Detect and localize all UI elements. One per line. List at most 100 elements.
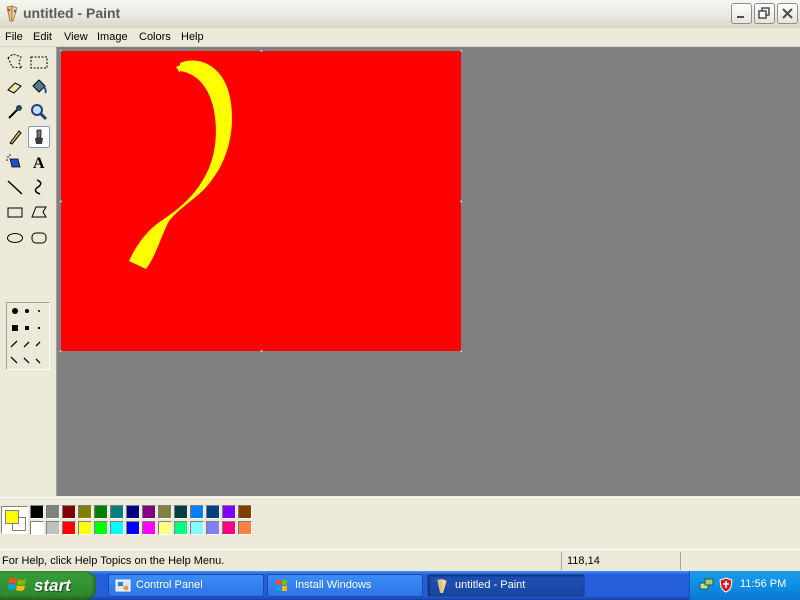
title-bar[interactable]: untitled - Paint [0, 0, 800, 29]
palette-swatch[interactable] [174, 505, 188, 519]
brush-shape-options[interactable] [6, 302, 50, 370]
magnifier-icon [31, 104, 48, 121]
palette-swatch[interactable] [46, 521, 60, 535]
palette-swatch[interactable] [78, 505, 92, 519]
menu-file[interactable]: File [2, 28, 26, 46]
rectangle-select-icon [30, 56, 48, 69]
taskbar-paint[interactable]: untitled - Paint [427, 574, 585, 597]
palette-swatch[interactable] [126, 521, 140, 535]
minimize-button[interactable] [731, 3, 752, 24]
menu-colors[interactable]: Colors [136, 28, 174, 46]
resize-handle-br[interactable] [460, 350, 463, 353]
text-tool[interactable]: A [28, 151, 50, 173]
palette-swatch[interactable] [190, 505, 204, 519]
brush-icon [35, 129, 43, 144]
eyedropper-icon [8, 105, 22, 119]
control-panel-icon [115, 579, 131, 592]
resize-handle-ml[interactable] [59, 200, 62, 203]
palette-swatch[interactable] [158, 521, 172, 535]
resize-handle-bl[interactable] [59, 350, 62, 353]
palette-swatch[interactable] [110, 521, 124, 535]
palette-swatch[interactable] [110, 505, 124, 519]
status-divider [680, 552, 681, 570]
palette-swatch[interactable] [30, 505, 44, 519]
rounded-rectangle-tool[interactable] [28, 226, 50, 248]
close-button[interactable] [777, 3, 798, 24]
palette-swatch[interactable] [62, 505, 76, 519]
resize-handle-tr[interactable] [460, 49, 463, 52]
pencil-icon [9, 130, 22, 145]
status-help-text: For Help, click Help Topics on the Help … [2, 555, 225, 567]
ellipse-icon [7, 233, 23, 243]
rectangle-tool[interactable] [4, 201, 26, 223]
start-button[interactable]: start [0, 571, 96, 600]
palette-swatch[interactable] [222, 521, 236, 535]
menu-edit[interactable]: Edit [30, 28, 55, 46]
fill-tool[interactable] [28, 76, 50, 98]
palette-swatch[interactable] [174, 521, 188, 535]
palette-swatch[interactable] [30, 521, 44, 535]
status-bar: For Help, click Help Topics on the Help … [0, 549, 800, 572]
text-icon: A [33, 155, 45, 172]
palette-swatch[interactable] [158, 505, 172, 519]
palette-swatch[interactable] [142, 505, 156, 519]
toolbox: A [0, 47, 57, 496]
palette-swatch[interactable] [222, 505, 236, 519]
menu-help[interactable]: Help [178, 28, 207, 46]
cursor-coordinates: 118,14 [567, 555, 600, 567]
yellow-brush-stroke [129, 60, 232, 269]
menu-view[interactable]: View [61, 28, 91, 46]
status-divider [561, 552, 562, 570]
palette-swatch[interactable] [62, 521, 76, 535]
resize-handle-mr[interactable] [460, 200, 463, 203]
pencil-tool[interactable] [4, 126, 26, 148]
palette-swatch[interactable] [46, 505, 60, 519]
line-tool[interactable] [4, 176, 26, 198]
drawing-canvas[interactable] [61, 51, 461, 351]
eraser-tool[interactable] [4, 76, 26, 98]
palette-swatch[interactable] [94, 521, 108, 535]
line-icon [7, 180, 23, 195]
palette-swatch[interactable] [238, 505, 252, 519]
palette-swatch[interactable] [206, 521, 220, 535]
paint-app-icon [6, 5, 18, 22]
magnifier-tool[interactable] [28, 101, 50, 123]
taskbar-control-panel[interactable]: Control Panel [108, 574, 264, 597]
resize-handle-tl[interactable] [59, 49, 62, 52]
select-tool[interactable] [28, 51, 50, 73]
eraser-icon [7, 82, 22, 94]
pick-color-tool[interactable] [4, 101, 26, 123]
clock[interactable]: 11:56 PM [740, 578, 786, 590]
palette-swatch[interactable] [238, 521, 252, 535]
palette-swatch[interactable] [190, 521, 204, 535]
brush-shapes-icon [10, 308, 41, 364]
windows-logo-icon [8, 578, 26, 591]
current-colors[interactable] [1, 506, 28, 534]
palette-swatch[interactable] [206, 505, 220, 519]
window-title: untitled - Paint [23, 5, 121, 21]
free-form-select-tool[interactable] [4, 51, 26, 73]
curve-tool[interactable] [28, 176, 50, 198]
palette-swatch[interactable] [126, 505, 140, 519]
taskbar-install-windows[interactable]: Install Windows [267, 574, 423, 597]
palette-swatch[interactable] [94, 505, 108, 519]
ellipse-tool[interactable] [4, 226, 26, 248]
rectangle-icon [7, 207, 23, 218]
resize-handle-tm[interactable] [260, 49, 263, 52]
resize-handle-bm[interactable] [260, 350, 263, 353]
airbrush-tool[interactable] [4, 151, 26, 173]
menu-image[interactable]: Image [94, 28, 131, 46]
polygon-tool[interactable] [28, 201, 50, 223]
security-shield-icon[interactable] [718, 577, 734, 593]
restore-icon [758, 7, 770, 19]
palette-swatch[interactable] [142, 521, 156, 535]
workspace [57, 47, 800, 496]
maximize-button[interactable] [754, 3, 775, 24]
paint-bucket-icon [32, 79, 47, 94]
svg-text:A: A [33, 155, 45, 172]
rounded-rectangle-icon [31, 232, 47, 244]
windows-flag-icon [276, 580, 287, 591]
brush-tool[interactable] [28, 126, 50, 148]
network-icon[interactable] [699, 577, 715, 593]
palette-swatch[interactable] [78, 521, 92, 535]
